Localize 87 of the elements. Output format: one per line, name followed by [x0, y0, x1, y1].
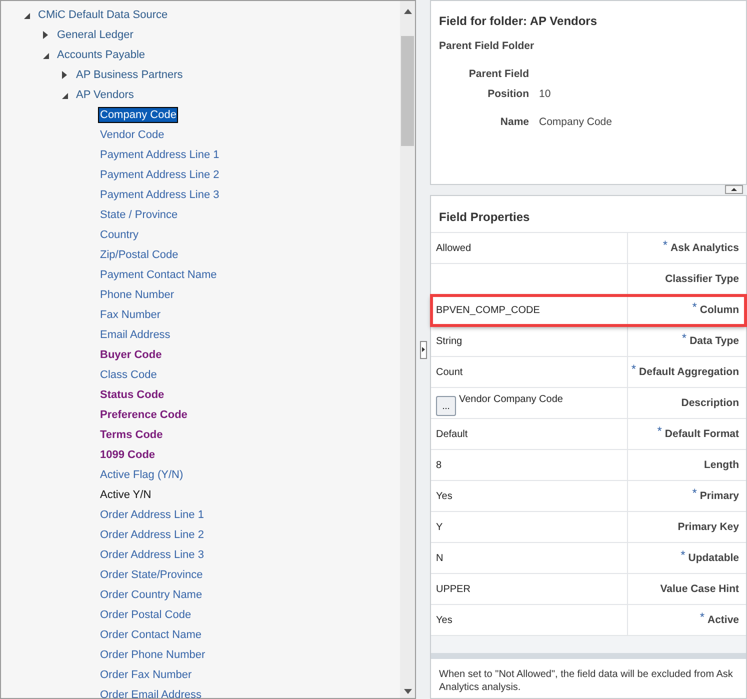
tree-field-item[interactable]: Active Flag (Y/N)	[99, 468, 184, 482]
tree-field-item[interactable]: Preference Code	[99, 408, 188, 422]
property-label: Data Type	[690, 335, 739, 347]
required-mark: *	[682, 331, 687, 345]
up-arrow-icon	[731, 188, 737, 191]
tree-field-item[interactable]: Payment Address Line 1	[99, 148, 220, 162]
tree-field-item[interactable]: Status Code	[99, 388, 166, 402]
required-mark: *	[700, 610, 704, 624]
tree-folder-label[interactable]: Accounts Payable	[57, 49, 146, 61]
scrollbar[interactable]	[400, 1, 415, 698]
field-label: Parent Field	[468, 68, 529, 80]
property-label: Primary Key	[678, 521, 739, 533]
tree-field-item[interactable]: Class Code	[99, 368, 158, 382]
tree-folder-label[interactable]: AP Business Partners	[76, 69, 183, 81]
splitter-handle[interactable]	[420, 340, 426, 358]
tree-field-item[interactable]: Order Email Address	[99, 688, 202, 699]
required-mark: *	[657, 424, 662, 438]
required-mark: *	[692, 300, 697, 314]
tree-field-item[interactable]: Country	[99, 228, 140, 242]
panel-title: Field Properties	[439, 210, 531, 224]
property-label: Length	[704, 459, 739, 471]
field-value: Company Code	[539, 116, 613, 128]
property-value: Allowed	[436, 242, 472, 254]
property-value: Count	[436, 366, 463, 378]
tree-field-item[interactable]: Payment Contact Name	[99, 268, 218, 282]
tree-field-item[interactable]: Company Code	[99, 108, 178, 122]
browse-button[interactable]: ...	[436, 396, 456, 416]
field-label: Name	[499, 116, 529, 128]
property-label: Default Format	[664, 428, 739, 440]
panel-title: Field for folder: AP Vendors	[439, 14, 598, 28]
property-value: Yes	[436, 614, 452, 626]
tree-field-item[interactable]: Order Country Name	[99, 588, 204, 602]
property-label: Description	[681, 397, 739, 409]
property-label: Column	[700, 304, 739, 316]
tree-field-item[interactable]: Fax Number	[99, 308, 162, 322]
scrollbar-thumb[interactable]	[401, 36, 414, 146]
tree-field-item[interactable]: Payment Address Line 3	[99, 188, 220, 202]
collapse-button[interactable]	[725, 185, 743, 194]
tree-field-item[interactable]: Email Address	[99, 328, 172, 342]
property-value: N	[436, 552, 444, 564]
tree-folder-label[interactable]: AP Vendors	[76, 89, 134, 101]
property-label: Value Case Hint	[660, 583, 739, 595]
tree-field-item[interactable]: Order Fax Number	[99, 668, 193, 682]
scroll-up-arrow-icon[interactable]	[404, 9, 412, 14]
required-mark: *	[662, 238, 668, 252]
property-value: Y	[436, 522, 443, 532]
property-label: Default Aggregation	[639, 366, 739, 378]
tree-field-item[interactable]: Order State/Province	[99, 568, 204, 582]
property-label: Primary	[700, 490, 739, 502]
tree-field-item[interactable]: Order Address Line 1	[99, 508, 205, 522]
tree-field-item[interactable]: State / Province	[99, 208, 179, 222]
property-value: Yes	[436, 490, 452, 502]
tree-field-item[interactable]: Order Contact Name	[99, 628, 202, 642]
field-value: 10	[539, 88, 552, 100]
tree-field-item[interactable]: Phone Number	[99, 288, 175, 302]
collapsed-triangle-icon[interactable]	[42, 30, 50, 40]
property-value: String	[436, 336, 462, 346]
scroll-down-arrow-icon[interactable]	[404, 689, 412, 694]
tree-field-item[interactable]: 1099 Code	[99, 448, 156, 462]
tree-field-item[interactable]: Order Address Line 3	[99, 548, 205, 562]
required-mark: *	[631, 362, 636, 376]
tree-field-item[interactable]: Order Postal Code	[99, 608, 192, 622]
collapsed-triangle-icon[interactable]	[61, 70, 69, 80]
tree-field-item[interactable]: Vendor Code	[99, 128, 166, 142]
property-value: Default	[436, 428, 468, 440]
field-label: Position	[486, 88, 529, 100]
property-label: Ask Analytics	[670, 242, 739, 254]
required-mark: *	[680, 548, 686, 562]
required-mark: *	[692, 486, 697, 500]
property-value: BPVEN_COMP_CODE	[436, 304, 540, 316]
property-label: Classifier Type	[665, 273, 739, 285]
tree-field-item[interactable]: Active Y/N	[99, 488, 152, 502]
tree-field-item[interactable]: Terms Code	[99, 428, 164, 442]
tree-field-item[interactable]: Payment Address Line 2	[99, 168, 220, 182]
tree-field-item[interactable]: Order Address Line 2	[99, 528, 205, 542]
property-label: Active	[707, 614, 739, 626]
hint-text: When set to "Not Allowed", the field data will be excluded from Ask Analytics analysis.	[438, 668, 734, 694]
property-value: UPPER	[436, 584, 470, 594]
property-label: Updatable	[688, 552, 739, 564]
field-label: Parent Field Folder	[439, 40, 534, 52]
tree-field-item[interactable]: Buyer Code	[99, 348, 163, 362]
tree-folder-label[interactable]: CMiC Default Data Source	[38, 9, 168, 21]
property-value: Vendor Company Code	[459, 394, 563, 405]
property-value: 8	[436, 460, 442, 470]
tree-folder-label[interactable]: General Ledger	[57, 29, 134, 41]
tree-field-item[interactable]: Zip/Postal Code	[99, 248, 180, 262]
tree-field-item[interactable]: Order Phone Number	[99, 648, 206, 662]
